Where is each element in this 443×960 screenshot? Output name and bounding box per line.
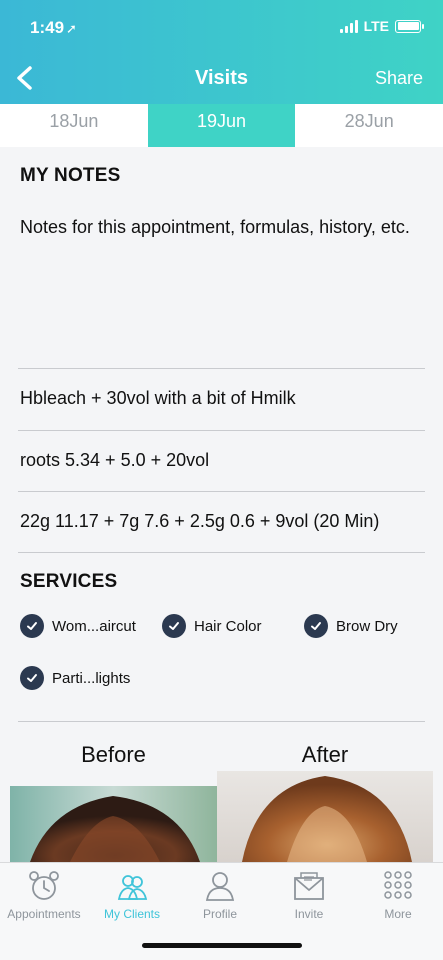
check-icon	[20, 666, 44, 690]
date-tab[interactable]: 18Jun	[0, 104, 148, 147]
location-arrow-icon: ➚	[66, 21, 77, 36]
date-tab-selected[interactable]: 19Jun	[147, 104, 296, 147]
tab-label: Profile	[202, 907, 237, 921]
divider	[18, 721, 425, 722]
service-label: Parti...lights	[52, 669, 131, 687]
service-item[interactable]: Hair Color	[162, 614, 262, 638]
divider	[18, 368, 425, 369]
service-item[interactable]: Brow Dry	[304, 614, 398, 638]
note-line[interactable]: Hbleach + 30vol with a bit of Hmilk	[20, 388, 296, 409]
tab-profile[interactable]: Profile	[176, 869, 264, 921]
status-time: 1:49 ➚	[30, 18, 77, 37]
check-icon	[162, 614, 186, 638]
network-label: LTE	[363, 18, 389, 34]
after-label: After	[301, 742, 349, 767]
tab-more[interactable]: More	[354, 869, 442, 921]
service-label: Wom...aircut	[52, 617, 136, 635]
alarm-clock-icon	[29, 871, 59, 900]
check-icon	[304, 614, 328, 638]
divider	[18, 491, 425, 492]
before-label: Before	[81, 742, 146, 767]
date-tab[interactable]: 28Jun	[295, 104, 443, 147]
date-tabs: 18Jun 19Jun 28Jun	[0, 104, 443, 147]
check-icon	[20, 614, 44, 638]
services-heading: SERVICES	[20, 571, 118, 592]
tab-appointments[interactable]: Appointments	[0, 869, 88, 921]
divider	[18, 552, 425, 553]
tab-label: More	[384, 907, 412, 921]
tab-invite[interactable]: Invite	[265, 869, 353, 921]
tab-my-clients[interactable]: My Clients	[88, 869, 176, 921]
battery-icon	[395, 19, 424, 33]
notes-text-area[interactable]: Notes for this appointment, formulas, hi…	[20, 215, 420, 239]
home-indicator	[142, 943, 302, 948]
header: 1:49 ➚ LTE Visits Share	[0, 0, 443, 104]
share-button[interactable]: Share	[375, 68, 423, 89]
note-line[interactable]: 22g 11.17 + 7g 7.6 + 2.5g 0.6 + 9vol (20…	[20, 511, 379, 532]
notes-heading: MY NOTES	[20, 165, 121, 186]
signal-icon	[339, 19, 358, 33]
profile-icon	[205, 872, 235, 901]
tab-label: My Clients	[103, 907, 160, 921]
note-line[interactable]: roots 5.34 + 5.0 + 20vol	[20, 450, 209, 471]
tab-label: Invite	[294, 907, 324, 921]
service-item[interactable]: Parti...lights	[20, 666, 130, 690]
service-label: Brow Dry	[336, 617, 398, 635]
tab-label: Appointments	[7, 907, 81, 921]
service-label: Hair Color	[194, 617, 262, 635]
grid-dots-icon	[384, 871, 412, 899]
clients-icon	[117, 875, 148, 900]
envelope-icon	[294, 872, 324, 900]
status-indicators: LTE	[339, 18, 424, 34]
divider	[18, 430, 425, 431]
service-item[interactable]: Wom...aircut	[20, 614, 136, 638]
before-photo[interactable]	[10, 786, 217, 862]
after-photo[interactable]	[217, 771, 433, 862]
